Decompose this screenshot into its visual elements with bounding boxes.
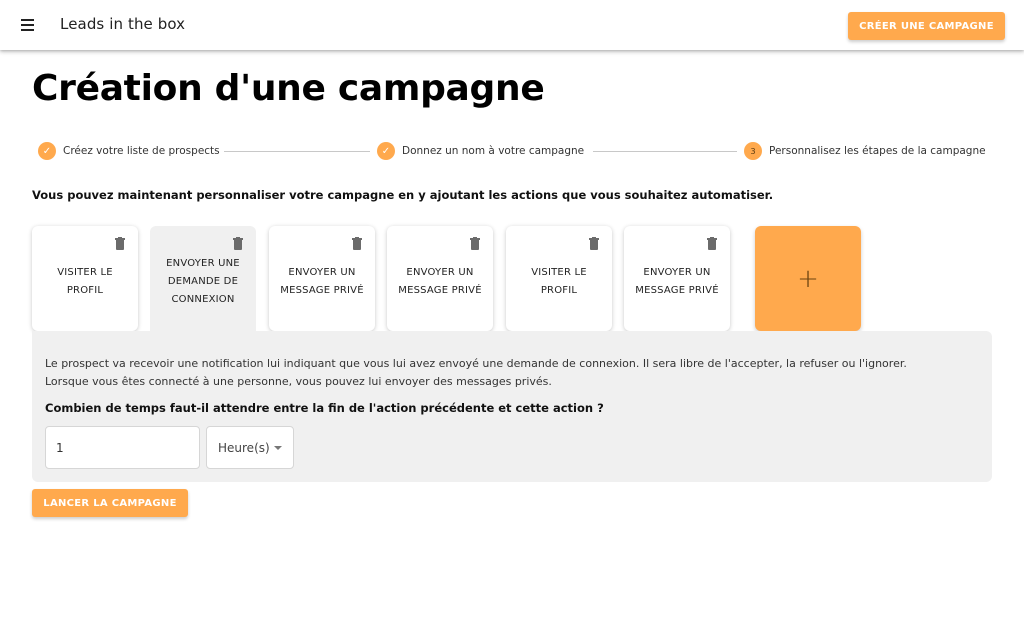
add-action-button[interactable]: + [755, 226, 861, 331]
step-connector [224, 151, 370, 152]
trash-icon[interactable] [470, 237, 480, 250]
hamburger-menu-icon[interactable] [18, 15, 38, 35]
action-label: ENVOYER UNE DEMANDE DE CONNEXION [166, 257, 240, 305]
delay-value-input[interactable] [45, 426, 200, 469]
action-label: ENVOYER UN MESSAGE PRIVÉ [635, 266, 719, 296]
step-label: Créez votre liste de prospects [63, 145, 220, 157]
action-label: VISITER LE PROFIL [57, 266, 113, 296]
action-label: ENVOYER UN MESSAGE PRIVÉ [398, 266, 482, 296]
action-description: Le prospect va recevoir une notification… [45, 355, 985, 391]
action-card[interactable]: ENVOYER UN MESSAGE PRIVÉ [387, 226, 493, 331]
trash-icon[interactable] [233, 237, 243, 250]
trash-icon[interactable] [115, 237, 125, 250]
step-label: Donnez un nom à votre campagne [402, 145, 585, 157]
action-label: VISITER LE PROFIL [531, 266, 587, 296]
dropdown-caret-icon [274, 446, 282, 450]
app-bar: Leads in the box CRÉER UNE CAMPAGNE [0, 0, 1024, 50]
step-connector [593, 151, 737, 152]
step-2[interactable]: ✓ Donnez un nom à votre campagne [377, 141, 584, 161]
step-number-badge: 3 [744, 142, 762, 160]
create-campaign-button[interactable]: CRÉER UNE CAMPAGNE [848, 12, 1005, 40]
delay-unit-select[interactable]: Heure(s) [206, 426, 294, 469]
action-card[interactable]: ENVOYER UN MESSAGE PRIVÉ [269, 226, 375, 331]
action-card[interactable]: VISITER LE PROFIL [32, 226, 138, 331]
campaign-stepper: ✓ Créez votre liste de prospects ✓ Donne… [38, 141, 988, 161]
action-card-selected[interactable]: ENVOYER UNE DEMANDE DE CONNEXION [150, 226, 256, 336]
action-card[interactable]: VISITER LE PROFIL [506, 226, 612, 331]
step-label: Personnalisez les étapes de la campagne [769, 145, 986, 157]
plus-icon: + [797, 263, 819, 294]
intro-text: Vous pouvez maintenant personnaliser vot… [32, 188, 774, 202]
description-line: Lorsque vous êtes connecté à une personn… [45, 375, 552, 388]
trash-icon[interactable] [589, 237, 599, 250]
delay-question: Combien de temps faut-il attendre entre … [45, 401, 604, 415]
action-detail-panel: Le prospect va recevoir une notification… [32, 331, 992, 482]
trash-icon[interactable] [707, 237, 717, 250]
trash-icon[interactable] [352, 237, 362, 250]
description-line: Le prospect va recevoir une notification… [45, 357, 907, 370]
step-1[interactable]: ✓ Créez votre liste de prospects [38, 141, 220, 161]
app-title: Leads in the box [60, 15, 186, 33]
check-icon: ✓ [377, 142, 395, 160]
action-label: ENVOYER UN MESSAGE PRIVÉ [280, 266, 364, 296]
check-icon: ✓ [38, 142, 56, 160]
delay-unit-value: Heure(s) [218, 440, 270, 455]
launch-campaign-button[interactable]: LANCER LA CAMPAGNE [32, 489, 188, 517]
action-card[interactable]: ENVOYER UN MESSAGE PRIVÉ [624, 226, 730, 331]
step-3[interactable]: 3 Personnalisez les étapes de la campagn… [744, 141, 986, 161]
page-title: Création d'une campagne [32, 68, 545, 109]
